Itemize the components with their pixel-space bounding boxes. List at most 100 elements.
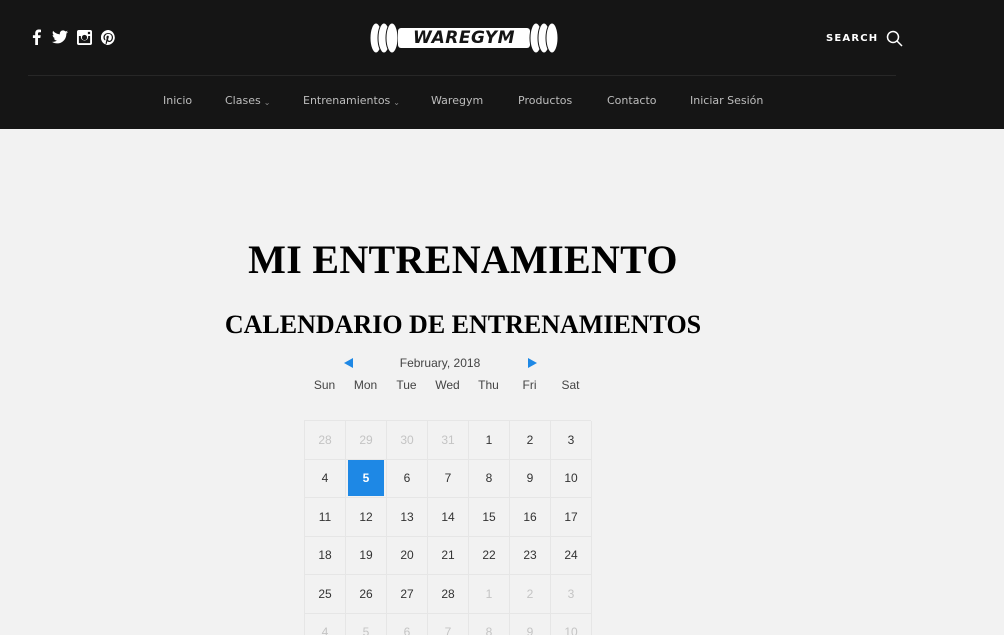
chevron-down-icon: ⌄	[263, 98, 271, 107]
calendar-day-number: 29	[359, 432, 373, 447]
calendar-day-number: 17	[564, 509, 578, 524]
twitter-icon[interactable]	[52, 28, 68, 46]
calendar-day[interactable]: 1	[469, 421, 510, 460]
calendar-day[interactable]: 11	[305, 498, 346, 537]
calendar-day[interactable]: 4	[305, 459, 346, 498]
nav-item-productos[interactable]: Productos	[518, 92, 572, 110]
nav-item-label: Inicio	[163, 94, 193, 107]
nav-item-label: Productos	[518, 94, 573, 107]
calendar-day[interactable]: 9	[510, 459, 551, 498]
nav-item-iniciar-sesion[interactable]: Iniciar Sesión	[690, 92, 763, 110]
nav-item-label: Clases	[225, 94, 261, 107]
search-icon	[886, 30, 903, 47]
calendar-day[interactable]: 5	[346, 613, 387, 635]
next-month-button[interactable]	[528, 358, 537, 368]
calendar-day[interactable]: 16	[510, 498, 551, 537]
calendar-day-number: 8	[485, 625, 493, 635]
calendar-day-number: 9	[526, 471, 534, 486]
instagram-icon[interactable]	[76, 28, 92, 46]
calendar-day-number: 7	[444, 625, 452, 635]
calendar-day[interactable]: 30	[387, 421, 428, 460]
page-title: MI ENTRENAMIENTO	[248, 237, 678, 282]
chevron-down-icon: ⌄	[393, 98, 400, 107]
calendar-day[interactable]: 1	[469, 575, 510, 614]
calendar-day[interactable]: 6	[387, 459, 428, 498]
calendar-day[interactable]: 2	[510, 421, 551, 460]
calendar-day[interactable]: 29	[346, 421, 387, 460]
calendar-day[interactable]: 22	[469, 536, 510, 575]
calendar-day[interactable]: 7	[428, 613, 469, 635]
calendar-day-number: 27	[400, 586, 414, 601]
calendar-day[interactable]: 12	[346, 498, 387, 537]
calendar-day-number: 16	[523, 509, 537, 524]
site-header: WAREGYM SEARCH Inicio Clases ⌄ Entrenamie…	[0, 0, 1004, 129]
calendar-day[interactable]: 2	[510, 575, 551, 614]
calendar-day[interactable]: 19	[346, 536, 387, 575]
calendar-day[interactable]: 3	[551, 421, 592, 460]
nav-item-label: Entrenamientos	[303, 94, 391, 107]
search-button[interactable]: SEARCH	[826, 30, 903, 47]
nav-item-entrenamientos[interactable]: Entrenamientos ⌄	[303, 92, 400, 110]
calendar-day-number: 2	[526, 586, 534, 601]
calendar-day[interactable]: 21	[428, 536, 469, 575]
calendar-day[interactable]: 8	[469, 613, 510, 635]
calendar-day[interactable]: 3	[551, 575, 592, 614]
calendar-day[interactable]: 9	[510, 613, 551, 635]
calendar-day[interactable]: 20	[387, 536, 428, 575]
calendar-day[interactable]: 6	[387, 613, 428, 635]
calendar-day[interactable]: 25	[305, 575, 346, 614]
calendar-day-number: 11	[318, 509, 332, 524]
calendar-day-number: 10	[564, 471, 578, 486]
calendar-day-number: 21	[441, 548, 455, 563]
calendar-day[interactable]: 26	[346, 575, 387, 614]
weekday-label: Tue	[396, 378, 417, 392]
calendar-day[interactable]: 13	[387, 498, 428, 537]
calendar-day-number: 14	[441, 509, 455, 524]
nav-item-inicio[interactable]: Inicio	[163, 92, 192, 110]
calendar-day[interactable]: 28	[428, 575, 469, 614]
calendar-header: February, 2018	[304, 354, 592, 374]
calendar-day-number: 28	[441, 586, 455, 601]
calendar-day-number: 3	[567, 432, 575, 447]
weekday-label: Wed	[435, 378, 460, 392]
weekday-label: Mon	[353, 378, 378, 392]
calendar-day[interactable]: 10	[551, 459, 592, 498]
calendar-day[interactable]: 31	[428, 421, 469, 460]
calendar-day-number: 13	[400, 509, 414, 524]
calendar-day[interactable]: 28	[305, 421, 346, 460]
calendar-day[interactable]: 8	[469, 459, 510, 498]
nav-item-clases[interactable]: Clases ⌄	[225, 92, 270, 110]
calendar-day-number: 18	[318, 548, 332, 563]
calendar-day-number: 5	[348, 460, 384, 497]
calendar-day-number: 4	[321, 471, 329, 486]
calendar-day[interactable]: 27	[387, 575, 428, 614]
main-nav: Inicio Clases ⌄ Entrenamientos ⌄ Waregym P…	[0, 92, 1004, 110]
calendar-day-number: 28	[318, 432, 332, 447]
calendar-day-number: 5	[362, 625, 370, 635]
weekday-label: Sun	[313, 378, 336, 392]
calendar-day[interactable]: 23	[510, 536, 551, 575]
calendar-day-number: 24	[564, 548, 578, 563]
calendar-day[interactable]: 17	[551, 498, 592, 537]
calendar-day-number: 31	[441, 432, 455, 447]
calendar-day-number: 26	[359, 586, 373, 601]
calendar-day-number: 23	[523, 548, 537, 563]
calendar-day[interactable]: 4	[305, 613, 346, 635]
calendar-day[interactable]: 24	[551, 536, 592, 575]
pinterest-icon[interactable]	[100, 28, 116, 46]
calendar-day[interactable]: 14	[428, 498, 469, 537]
calendar-day-number: 9	[526, 625, 534, 635]
nav-item-contacto[interactable]: Contacto	[607, 92, 657, 110]
nav-item-waregym[interactable]: Waregym	[431, 92, 483, 110]
calendar-day[interactable]: 18	[305, 536, 346, 575]
calendar-day[interactable]: 15	[469, 498, 510, 537]
nav-item-label: Waregym	[431, 94, 484, 107]
calendar-day-selected[interactable]: 5	[346, 459, 387, 498]
calendar-day-number: 1	[485, 586, 493, 601]
facebook-icon[interactable]	[28, 28, 44, 46]
calendar-month-label: February, 2018	[399, 356, 481, 370]
calendar-day[interactable]: 7	[428, 459, 469, 498]
calendar-day[interactable]: 10	[551, 613, 592, 635]
waregym-logo[interactable]: WAREGYM	[368, 20, 560, 56]
prev-month-button[interactable]	[344, 358, 353, 368]
